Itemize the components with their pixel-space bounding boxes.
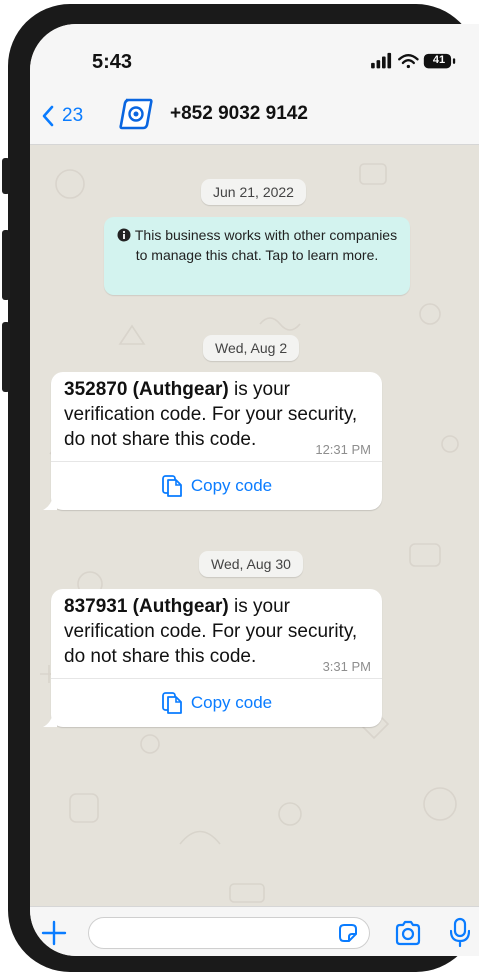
volume-down-button [2,322,10,392]
message-time: 12:31 PM [315,442,371,457]
microphone-icon[interactable] [450,917,470,947]
back-unread-count: 23 [62,105,84,126]
camera-icon[interactable] [394,920,422,946]
plus-icon[interactable] [40,919,68,947]
business-avatar[interactable] [118,96,154,132]
status-icons [371,52,456,69]
copy-code-button[interactable]: Copy code [51,679,382,727]
battery-level: 41 [432,54,446,66]
contact-name[interactable]: +852 9032 9142 [170,103,308,125]
verification-code: 352870 (Authgear) [64,379,229,400]
date-chip: Wed, Aug 30 [199,551,303,577]
mute-switch [2,158,10,194]
copy-icon [161,475,182,497]
screen: 5:43 41 23 +852 9032 9142 Jun 21, 2022 T… [30,24,479,956]
copy-code-label: Copy code [190,476,273,495]
message-text: 837931 (Authgear) is your verification c… [64,594,370,669]
status-bar: 5:43 41 [30,24,479,82]
message-composer [30,906,479,956]
chevron-left-icon [42,105,54,127]
back-button[interactable]: 23 [42,102,83,130]
volume-up-button [2,230,10,300]
message-bubble[interactable]: 837931 (Authgear) is your verification c… [43,589,382,727]
verification-code: 837931 (Authgear) [64,596,229,617]
copy-code-button[interactable]: Copy code [51,462,382,510]
date-chip: Wed, Aug 2 [203,335,300,361]
copy-icon [161,692,182,714]
business-notice[interactable]: This business works with other companies… [104,217,410,295]
date-chip: Jun 21, 2022 [201,179,306,205]
wifi-icon [398,54,419,69]
business-notice-text: This business works with other companies… [134,227,398,263]
sticker-icon[interactable] [336,921,360,945]
message-time: 3:31 PM [322,659,371,674]
message-bubble[interactable]: 352870 (Authgear) is your verification c… [43,372,382,510]
status-time: 5:43 [92,51,133,73]
chat-header: 23 +852 9032 9142 [30,82,479,145]
cellular-signal-icon [371,52,392,69]
message-input[interactable] [88,917,370,949]
message-text: 352870 (Authgear) is your verification c… [64,377,370,452]
copy-code-label: Copy code [190,693,273,712]
info-icon [117,228,131,242]
